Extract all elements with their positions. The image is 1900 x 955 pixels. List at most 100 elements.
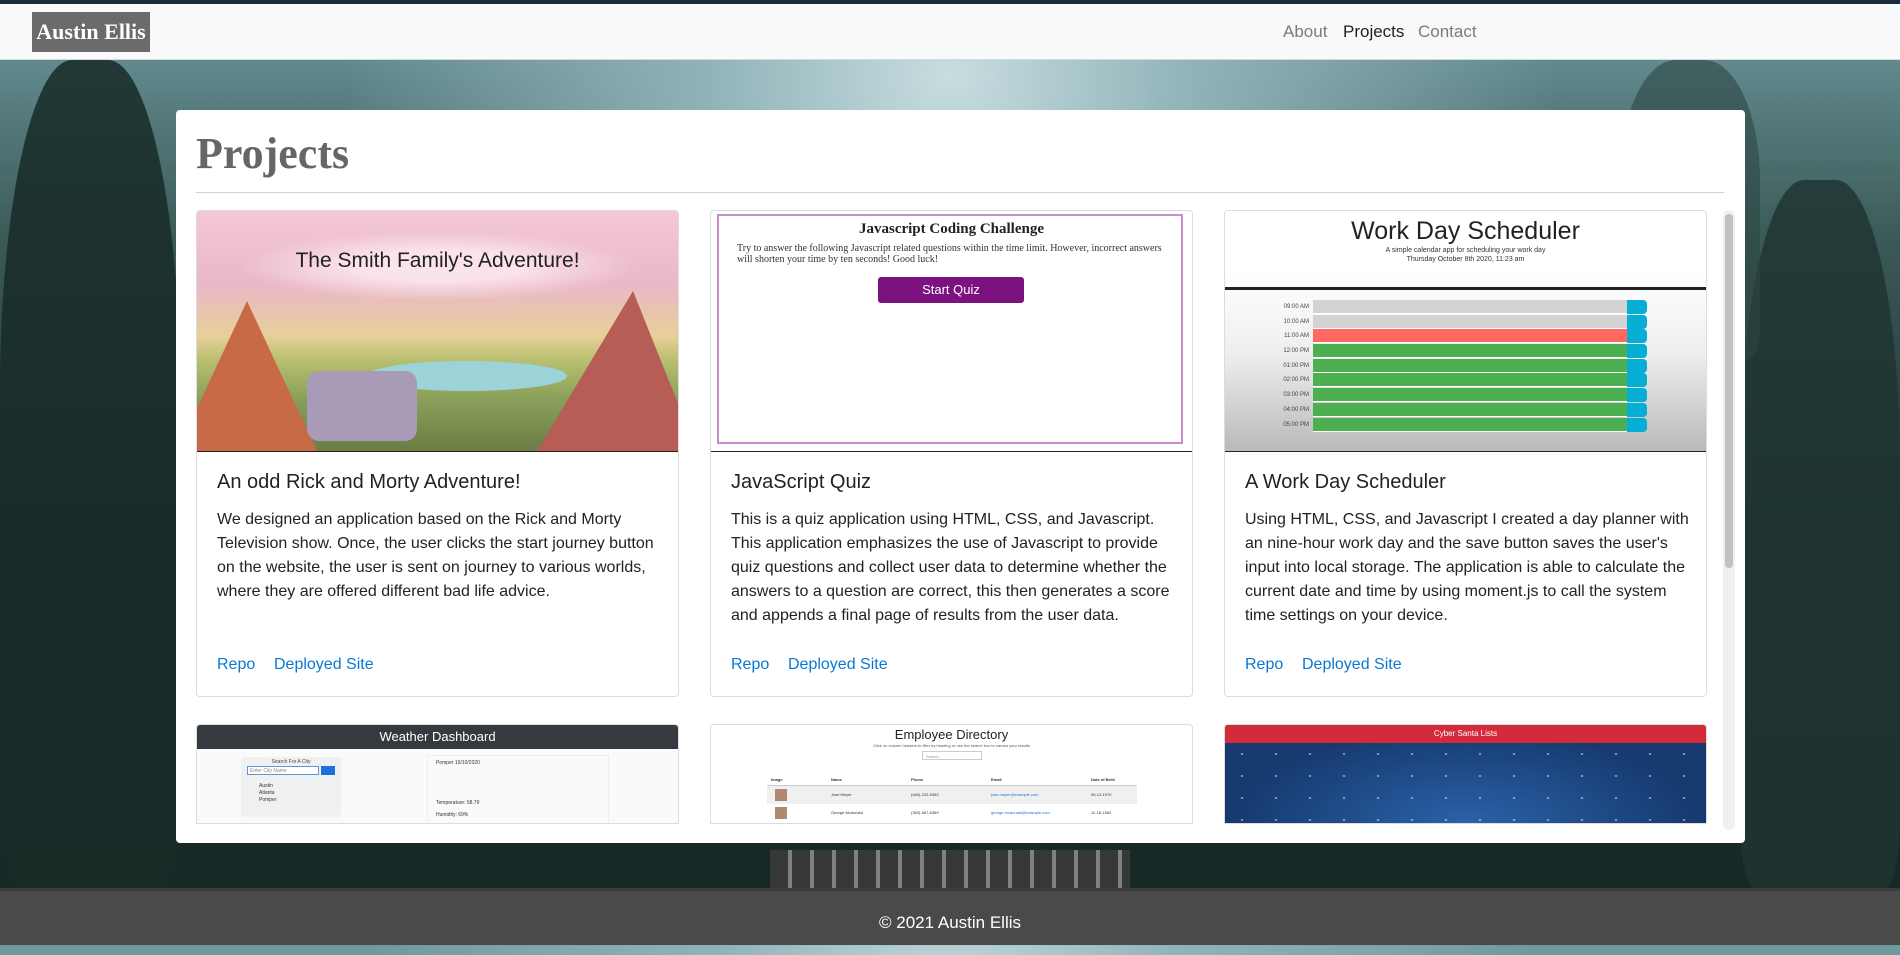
project-image: Javascript Coding Challenge Try to answe… [711,211,1192,452]
scheduler-slot [1313,402,1627,417]
directory-header-row: Image Name Phone Email Date of Birth [767,775,1137,786]
deployed-site-link[interactable]: Deployed Site [1302,656,1402,674]
title-divider [196,192,1724,193]
nav-contact[interactable]: Contact [1418,4,1477,60]
scheduler-save-icon [1627,329,1647,344]
weather-readout: Temperature: 58.79 [436,800,480,806]
repo-link[interactable]: Repo [1245,656,1283,674]
image-date: Thursday October 8th 2020, 11:23 am [1406,256,1525,263]
scheduler-time: 12:00 PM [1283,348,1309,355]
railroad-tracks [770,850,1130,890]
directory-header-cell: Email [991,777,1002,782]
directory-row: Jose Meyer (480)-232-5363 jose.meyer@examp… [767,786,1137,804]
project-card: The Smith Family's Adventure! An odd Ric… [196,210,679,697]
scheduler-time: 11:00 AM [1284,333,1309,340]
deployed-site-link[interactable]: Deployed Site [788,656,888,674]
directory-cell: george.mcdonald@example.com [991,810,1050,815]
directory-cell: jose.meyer@example.com [991,792,1039,797]
background-tree [0,60,180,890]
avatar [775,807,787,819]
image-caption: Cyber Santa Lists [1433,729,1498,738]
scheduler-save-icon [1627,388,1647,403]
weather-search-box: Search For A City Enter City Name Austin… [241,757,341,817]
weather-search-button [321,766,335,775]
footer: © 2021 Austin Ellis [0,888,1900,945]
directory-header-cell: Name [831,777,842,782]
weather-readout: Humidity: 69% [436,812,469,818]
scheduler-save-icon [1627,344,1647,359]
scheduler-row: 09:00 AM [1269,300,1649,314]
start-quiz-image-button: Start Quiz [878,277,1024,303]
navbar: Austin Ellis About Projects Contact [0,4,1900,60]
snow-dots [1225,743,1706,823]
directory-cell: George Mcdonald [831,810,863,815]
nav-projects[interactable]: Projects [1343,4,1404,60]
image-caption: Weather Dashboard [197,725,678,749]
scheduler-row: 04:00 PM [1269,402,1649,417]
scheduler-slot [1313,417,1627,432]
weather-city: Pomper [259,797,277,803]
image-subtitle: A simple calendar app for scheduling you… [1385,247,1546,254]
page-title: Projects [196,129,350,178]
scheduler-slot [1313,314,1627,329]
deployed-site-link[interactable]: Deployed Site [274,656,374,674]
directory-cell: Jose Meyer [831,792,852,797]
directory-cell: 11-18-1962 [1091,810,1112,815]
project-card-partial: Employee Directory Click on column heade… [710,724,1193,824]
project-card-partial: Weather Dashboard Search For A City Ente… [196,724,679,824]
directory-row: George Mcdonald (350)-967-6369 george.mcdo… [767,804,1137,822]
image-caption: The Smith Family's Adventure! [295,249,580,272]
nav-about[interactable]: About [1283,4,1327,60]
image-caption: Employee Directory [894,727,1009,742]
directory-header-cell: Date of Birth [1091,777,1115,782]
image-caption: Javascript Coding Challenge [858,221,1044,237]
weather-search-label: Search For A City [271,759,311,765]
background-tree [1740,180,1900,890]
project-card: Work Day Scheduler A simple calendar app… [1224,210,1707,697]
brand-logo[interactable]: Austin Ellis [32,12,150,52]
scrollbar-thumb[interactable] [1725,214,1733,568]
scheduler-time: 01:00 PM [1283,362,1309,369]
avatar [775,789,787,801]
scheduler-slot [1313,329,1627,344]
weather-forecast-box: Pomper 10/10/2020 Temperature: 58.79 Hum… [427,755,609,823]
repo-link[interactable]: Repo [731,656,769,674]
scheduler-save-icon [1627,402,1647,417]
footer-copyright: © 2021 Austin Ellis [879,913,1021,932]
weather-city: Atlanta [259,790,275,796]
directory-search-box: Search [922,751,982,760]
scheduler-time: 05:00 PM [1283,421,1309,428]
scheduler-row: 11:00 AM [1269,329,1649,344]
scheduler-row: 12:00 PM [1269,344,1649,359]
card-title: JavaScript Quiz [731,471,872,493]
weather-city-input: Enter City Name [247,766,319,775]
scheduler-time: 04:00 PM [1283,406,1309,413]
scheduler-rows: 09:00 AM 10:00 AM 11:00 AM 12:00 PM 01:00 PM… [1269,300,1649,432]
weather-city: Austin [259,783,273,789]
scheduler-row: 05:00 PM [1269,417,1649,432]
header-rule [1225,287,1706,290]
image-caption: Work Day Scheduler [1351,217,1580,245]
repo-link[interactable]: Repo [217,656,255,674]
directory-cell: (480)-232-5363 [911,792,939,797]
card-description: This is a quiz application using HTML, C… [731,511,1170,624]
projects-panel: Projects The Smith Family's Adventure! A… [176,110,1745,843]
scheduler-save-icon [1627,300,1647,314]
directory-header-cell: Image [771,777,783,782]
image-header: Cyber Santa Lists [1225,725,1706,743]
weather-readout: Pomper 10/10/2020 [436,760,480,766]
image-subtitle: Click on column headers to filter by hea… [873,743,1030,748]
scheduler-slot [1313,388,1627,403]
card-description: Using HTML, CSS, and Javascript I create… [1245,511,1689,624]
directory-header-cell: Phone [911,777,924,782]
scheduler-time: 09:00 AM [1283,304,1309,310]
card-title: An odd Rick and Morty Adventure! [217,471,521,493]
scheduler-slot [1313,373,1627,388]
directory-table: Image Name Phone Email Date of Birth Jose Mey… [767,775,1137,822]
scheduler-row: 03:00 PM [1269,388,1649,403]
project-image: The Smith Family's Adventure! [197,211,678,452]
project-card-partial: Cyber Santa Lists [1224,724,1707,824]
directory-cell: 05-13-1970 [1091,792,1112,797]
scheduler-time: 10:00 AM [1283,318,1309,325]
scheduler-row: 10:00 AM [1269,314,1649,329]
